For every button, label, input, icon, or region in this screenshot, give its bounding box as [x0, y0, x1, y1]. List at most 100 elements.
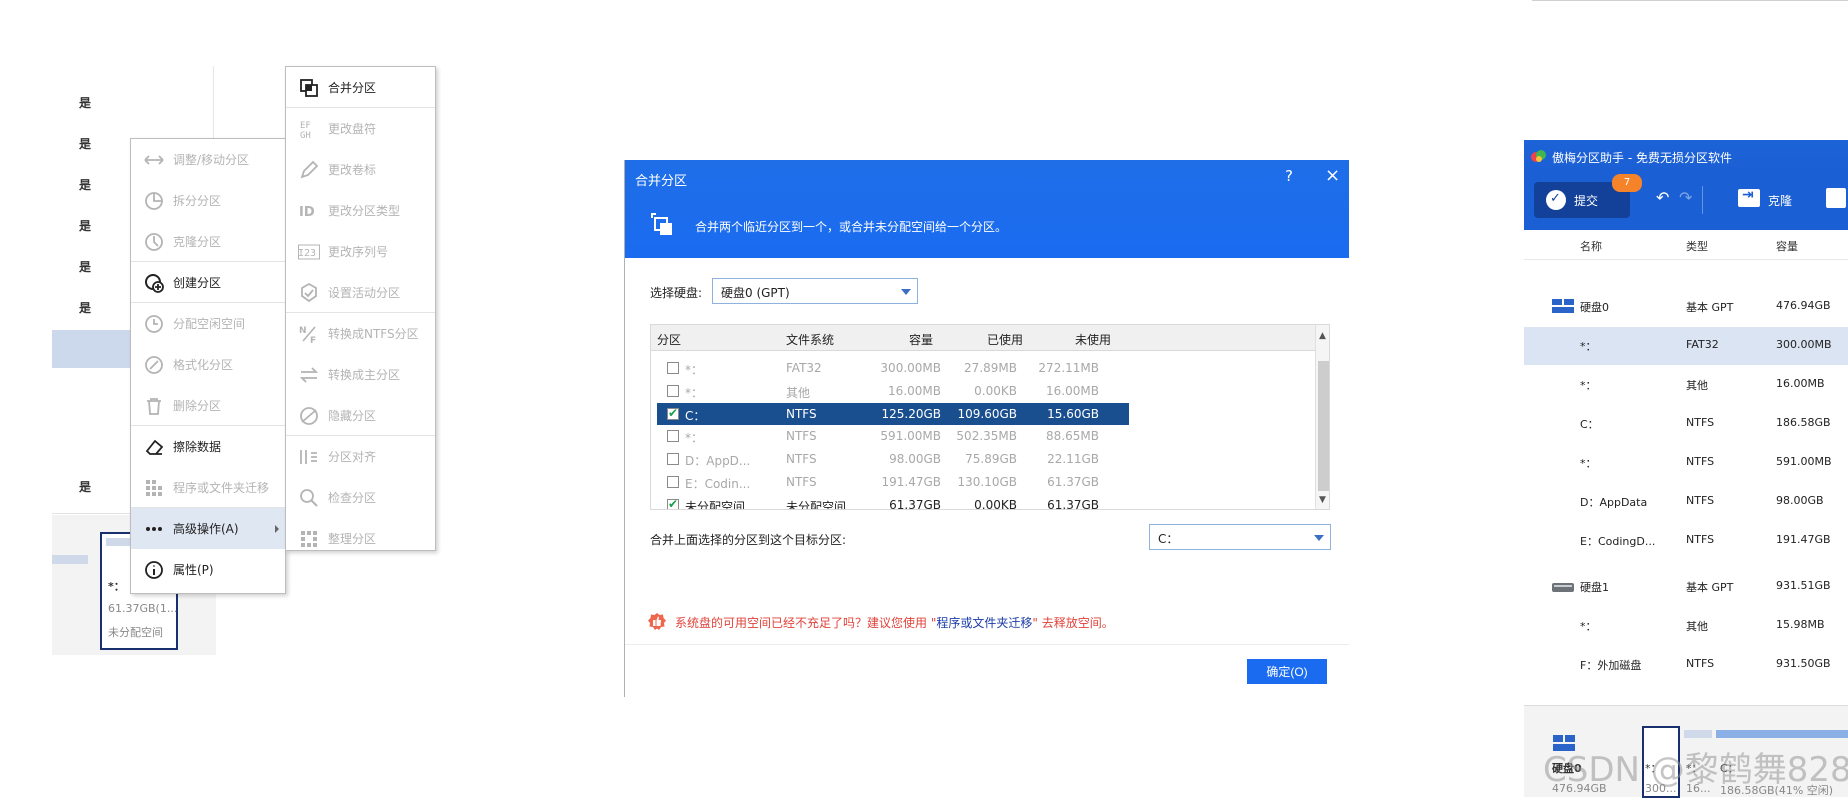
- list-cell: F：外加磁盘: [1580, 659, 1642, 672]
- menu-item[interactable]: EF GH 更改盘符: [286, 108, 435, 149]
- select-disk-label: 选择硬盘:: [650, 286, 703, 300]
- menu-item-label: 程序或文件夹迁移: [173, 481, 270, 495]
- close-button[interactable]: ×: [1325, 165, 1340, 186]
- vertical-scrollbar[interactable]: ▲ ▼: [1315, 325, 1329, 509]
- disk-row[interactable]: 硬盘1 基本 GPT 931.51GB: [1524, 568, 1848, 606]
- chevron-down-icon[interactable]: ▼: [1319, 495, 1326, 505]
- menu-item[interactable]: 高级操作(A): [131, 508, 285, 549]
- menu-item[interactable]: 分配空闲空间: [131, 303, 285, 344]
- ok-button[interactable]: 确定(O): [1247, 659, 1327, 684]
- list-cell: NTFS: [1686, 455, 1715, 468]
- convert-icon[interactable]: [1826, 188, 1846, 208]
- partition-row[interactable]: D：AppData NTFS 98.00GB: [1524, 483, 1848, 521]
- check-icon: [1546, 190, 1566, 210]
- row-checkbox[interactable]: [667, 362, 679, 374]
- table-row[interactable]: 未分配空间 未分配空间 61.37GB 0.00KB 61.37GB: [657, 494, 1129, 509]
- format-icon: [143, 354, 165, 376]
- list-cell: 476.94GB: [1776, 299, 1831, 312]
- partition-bar: [1716, 730, 1848, 738]
- column-header: 分区: [657, 333, 682, 347]
- list-cell: FAT32: [1686, 338, 1719, 351]
- target-partition-select[interactable]: C：: [1149, 524, 1331, 550]
- merge-icon: [298, 77, 320, 99]
- column-header: 类型: [1686, 240, 1708, 253]
- table-cell: 591.00MB: [880, 429, 941, 444]
- table-row[interactable]: *： 其他 16.00MB 0.00KB 16.00MB: [657, 380, 1129, 402]
- menu-item[interactable]: N F 转换成NTFS分区: [286, 313, 435, 354]
- menu-item[interactable]: 格式化分区: [131, 344, 285, 385]
- table-cell: 75.89GB: [965, 452, 1017, 467]
- disk-select-value: 硬盘0 (GPT): [721, 286, 790, 300]
- menu-item-label: 整理分区: [328, 532, 377, 546]
- partition-row[interactable]: E：CodingD... NTFS 191.47GB: [1524, 522, 1848, 560]
- merge-partition-dialog: 合并分区 ? × 合并两个临近分区到一个，或合并未分配空间给一个分区。 选择硬盘…: [624, 160, 1349, 697]
- menu-item[interactable]: 更改卷标: [286, 149, 435, 190]
- list-cell: E：CodingD...: [1580, 535, 1656, 548]
- menu-item[interactable]: 擦除数据: [131, 426, 285, 467]
- menu-item[interactable]: 创建分区: [131, 262, 285, 303]
- migration-link[interactable]: 程序或文件夹迁移: [936, 616, 1032, 630]
- scrollbar-thumb[interactable]: [1318, 361, 1329, 491]
- chevron-up-icon[interactable]: ▲: [1319, 331, 1326, 341]
- menu-item[interactable]: 设置活动分区: [286, 272, 435, 313]
- menu-item[interactable]: 隐藏分区: [286, 395, 435, 436]
- clone-label[interactable]: 克隆: [1768, 192, 1792, 209]
- menu-item[interactable]: 检查分区: [286, 477, 435, 518]
- partition-row[interactable]: C： NTFS 186.58GB: [1524, 405, 1848, 443]
- table-cell: 其他: [786, 385, 811, 400]
- help-button[interactable]: ?: [1285, 167, 1293, 185]
- more-dots-icon: [143, 518, 165, 540]
- menu-item[interactable]: 转换成主分区: [286, 354, 435, 395]
- svg-text:ID: ID: [299, 205, 315, 220]
- app-logo-icon: [1531, 150, 1546, 162]
- menu-item[interactable]: 合并分区: [286, 67, 435, 108]
- table-row[interactable]: D：AppD... NTFS 98.00GB 75.89GB 22.11GB: [657, 448, 1129, 470]
- partition-row[interactable]: *： FAT32 300.00MB: [1524, 327, 1848, 365]
- chevron-down-icon: [1314, 535, 1324, 541]
- table-row[interactable]: *： NTFS 591.00MB 502.35MB 88.65MB: [657, 425, 1129, 447]
- menu-item[interactable]: 整理分区: [286, 518, 435, 559]
- redo-icon[interactable]: ↷: [1679, 188, 1692, 207]
- partition-row[interactable]: *： 其他 16.00MB: [1524, 366, 1848, 404]
- warning-message: 系统盘的可用空间已经不充足了吗？建议您使用 "程序或文件夹迁移" 去释放空间。: [675, 614, 1114, 631]
- clone-icon[interactable]: [1738, 187, 1760, 207]
- warning-text: " 去释放空间。: [1032, 616, 1114, 630]
- svg-text:EF: EF: [300, 121, 311, 131]
- menu-item[interactable]: ID 更改分区类型: [286, 190, 435, 231]
- disk-select[interactable]: 硬盘0 (GPT): [712, 278, 918, 304]
- table-cell: C：: [685, 408, 706, 423]
- menu-item[interactable]: 分区对齐: [286, 436, 435, 477]
- menu-item[interactable]: I23 更改序列号: [286, 231, 435, 272]
- menu-item[interactable]: 删除分区: [131, 385, 285, 426]
- menu-item[interactable]: 调整/移动分区: [131, 139, 285, 180]
- partition-row[interactable]: *： NTFS 591.00MB: [1524, 444, 1848, 482]
- menu-item-label: 隐藏分区: [328, 409, 377, 423]
- target-partition-label: 合并上面选择的分区到这个目标分区:: [650, 533, 847, 547]
- context-menu: 调整/移动分区 拆分分区 克隆分区 创建分区 分配空闲空间 格式化分区删除分区擦除数据程序…: [130, 138, 286, 594]
- undo-icon[interactable]: ↶: [1656, 188, 1669, 207]
- selected-row-highlight[interactable]: [52, 330, 132, 368]
- row-checkbox[interactable]: [667, 384, 679, 397]
- menu-item-label: 删除分区: [173, 399, 222, 413]
- menu-item[interactable]: 克隆分区: [131, 221, 285, 262]
- table-cell: 502.35MB: [956, 429, 1017, 444]
- partition-row[interactable]: *： 其他 15.98MB: [1524, 607, 1848, 645]
- partition-size: 61.37GB(1...: [108, 602, 178, 615]
- partition-bar: [52, 555, 88, 564]
- table-row[interactable]: E：Codin... NTFS 191.47GB 130.10GB 61.37GB: [657, 471, 1129, 493]
- row-checkbox[interactable]: [667, 406, 679, 420]
- row-checkbox[interactable]: [667, 453, 679, 466]
- disk-row[interactable]: 硬盘0 基本 GPT 476.94GB: [1524, 288, 1848, 326]
- menu-item[interactable]: 程序或文件夹迁移: [131, 467, 285, 508]
- partition-row[interactable]: F：外加磁盘 NTFS 931.50GB: [1524, 646, 1848, 684]
- row-checkbox[interactable]: [667, 430, 679, 443]
- row-checkbox[interactable]: [667, 497, 679, 509]
- list-cell: D：AppData: [1580, 496, 1648, 509]
- table-row[interactable]: C： NTFS 125.20GB 109.60GB 15.60GB: [657, 402, 1129, 425]
- list-cell: 其他: [1686, 379, 1708, 392]
- menu-item[interactable]: 拆分分区: [131, 180, 285, 221]
- row-checkbox[interactable]: [667, 476, 679, 488]
- table-row[interactable]: *： FAT32 300.00MB 27.89MB 272.11MB: [657, 357, 1129, 379]
- menu-item[interactable]: 属性(P): [131, 549, 285, 590]
- drive-letter-icon: EF GH: [298, 118, 320, 140]
